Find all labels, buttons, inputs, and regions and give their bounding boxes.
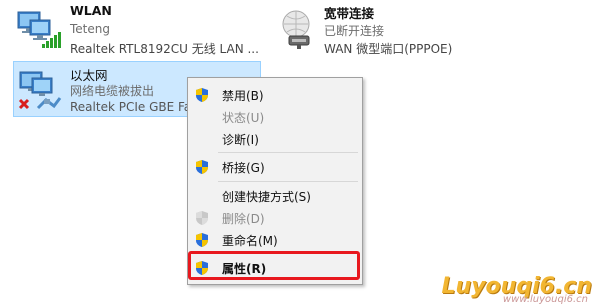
menu-item-label: 诊断(I) xyxy=(222,133,259,147)
adapter-status: 网络电缆被拔出 xyxy=(70,84,155,98)
ethernet-adapter-icon xyxy=(16,66,64,112)
adapter-broadband[interactable]: 宽带连接 已断开连接 WAN 微型端口(PPPOE) xyxy=(268,0,598,58)
menu-item-label: 删除(D) xyxy=(222,212,265,226)
menu-item-label: 禁用(B) xyxy=(222,89,264,103)
menu-item-status[interactable]: 状态(U) xyxy=(190,106,360,128)
menu-item-label: 创建快捷方式(S) xyxy=(222,190,311,204)
shield-icon xyxy=(194,87,210,103)
broadband-connection-icon xyxy=(272,6,320,52)
menu-separator xyxy=(218,152,358,153)
menu-item-disable[interactable]: 禁用(B) xyxy=(190,84,360,106)
adapter-wlan[interactable]: WLAN Teteng Realtek RTL8192CU 无线 LAN ... xyxy=(0,0,270,58)
adapter-status: Teteng xyxy=(70,22,110,36)
menu-separator xyxy=(218,181,358,182)
adapter-device: WAN 微型端口(PPPOE) xyxy=(324,42,453,56)
menu-item-bridge[interactable]: 桥接(G) xyxy=(190,156,360,178)
adapter-status: 已断开连接 xyxy=(324,24,385,38)
highlight-box xyxy=(188,251,360,280)
adapter-device: Realtek PCIe GBE Fa xyxy=(70,100,192,114)
adapter-name: 宽带连接 xyxy=(324,6,375,21)
wireless-adapter-icon xyxy=(14,6,62,52)
shield-icon xyxy=(194,210,210,226)
shield-icon xyxy=(194,159,210,175)
menu-item-diagnose[interactable]: 诊断(I) xyxy=(190,128,360,150)
menu-item-rename[interactable]: 重命名(M) xyxy=(190,229,360,251)
menu-item-label: 状态(U) xyxy=(222,111,265,125)
adapter-device: Realtek RTL8192CU 无线 LAN ... xyxy=(70,42,259,56)
adapter-name: WLAN xyxy=(70,3,112,18)
menu-item-create-shortcut[interactable]: 创建快捷方式(S) xyxy=(190,185,360,207)
menu-item-label: 重命名(M) xyxy=(222,234,278,248)
shield-icon xyxy=(194,232,210,248)
watermark-url: www.luyouqi6.cn xyxy=(502,294,588,305)
menu-item-delete[interactable]: 删除(D) xyxy=(190,207,360,229)
menu-item-label: 桥接(G) xyxy=(222,161,265,175)
